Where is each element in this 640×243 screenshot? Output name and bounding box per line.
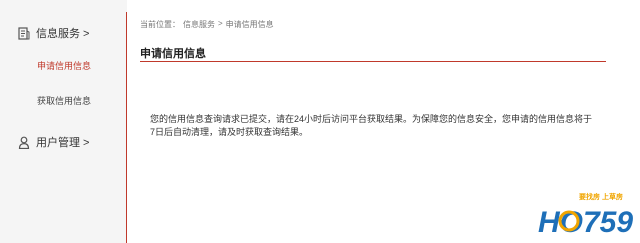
- logo-mark: HO759: [538, 206, 633, 238]
- breadcrumb: 当前位置： 信息服务 > 申请信用信息: [140, 19, 274, 30]
- breadcrumb-separator: >: [218, 19, 223, 28]
- breadcrumb-info-service[interactable]: 信息服务: [183, 19, 215, 30]
- page-title: 申请信用信息: [140, 48, 206, 60]
- sidebar: 信息服务 > 申请信用信息 获取信用信息 用户管理 >: [0, 0, 127, 243]
- site-logo-watermark: 要找房 上草房 HO759: [536, 192, 640, 243]
- document-icon: [18, 26, 30, 40]
- sidebar-group-user-management[interactable]: 用户管理 >: [18, 134, 89, 150]
- sidebar-group-label: 信息服务 >: [36, 28, 90, 40]
- sidebar-group-info-service[interactable]: 信息服务 >: [18, 25, 89, 41]
- breadcrumb-current: 申请信用信息: [225, 20, 274, 29]
- breadcrumb-prefix: 当前位置：: [140, 20, 180, 29]
- logo-slogan: 要找房 上草房: [579, 194, 623, 201]
- user-icon: [18, 136, 30, 149]
- sidebar-item-apply-credit[interactable]: 申请信用信息: [37, 59, 91, 72]
- status-message: 您的信用信息查询请求已提交，请在24小时后访问平台获取结果。为保障您的信息安全，…: [150, 114, 593, 137]
- title-divider: [140, 61, 606, 62]
- sidebar-group-label: 用户管理 >: [36, 137, 90, 149]
- content-divider: [126, 12, 127, 243]
- sidebar-item-get-credit[interactable]: 获取信用信息: [37, 94, 91, 107]
- logo-text: HO759: [538, 206, 633, 238]
